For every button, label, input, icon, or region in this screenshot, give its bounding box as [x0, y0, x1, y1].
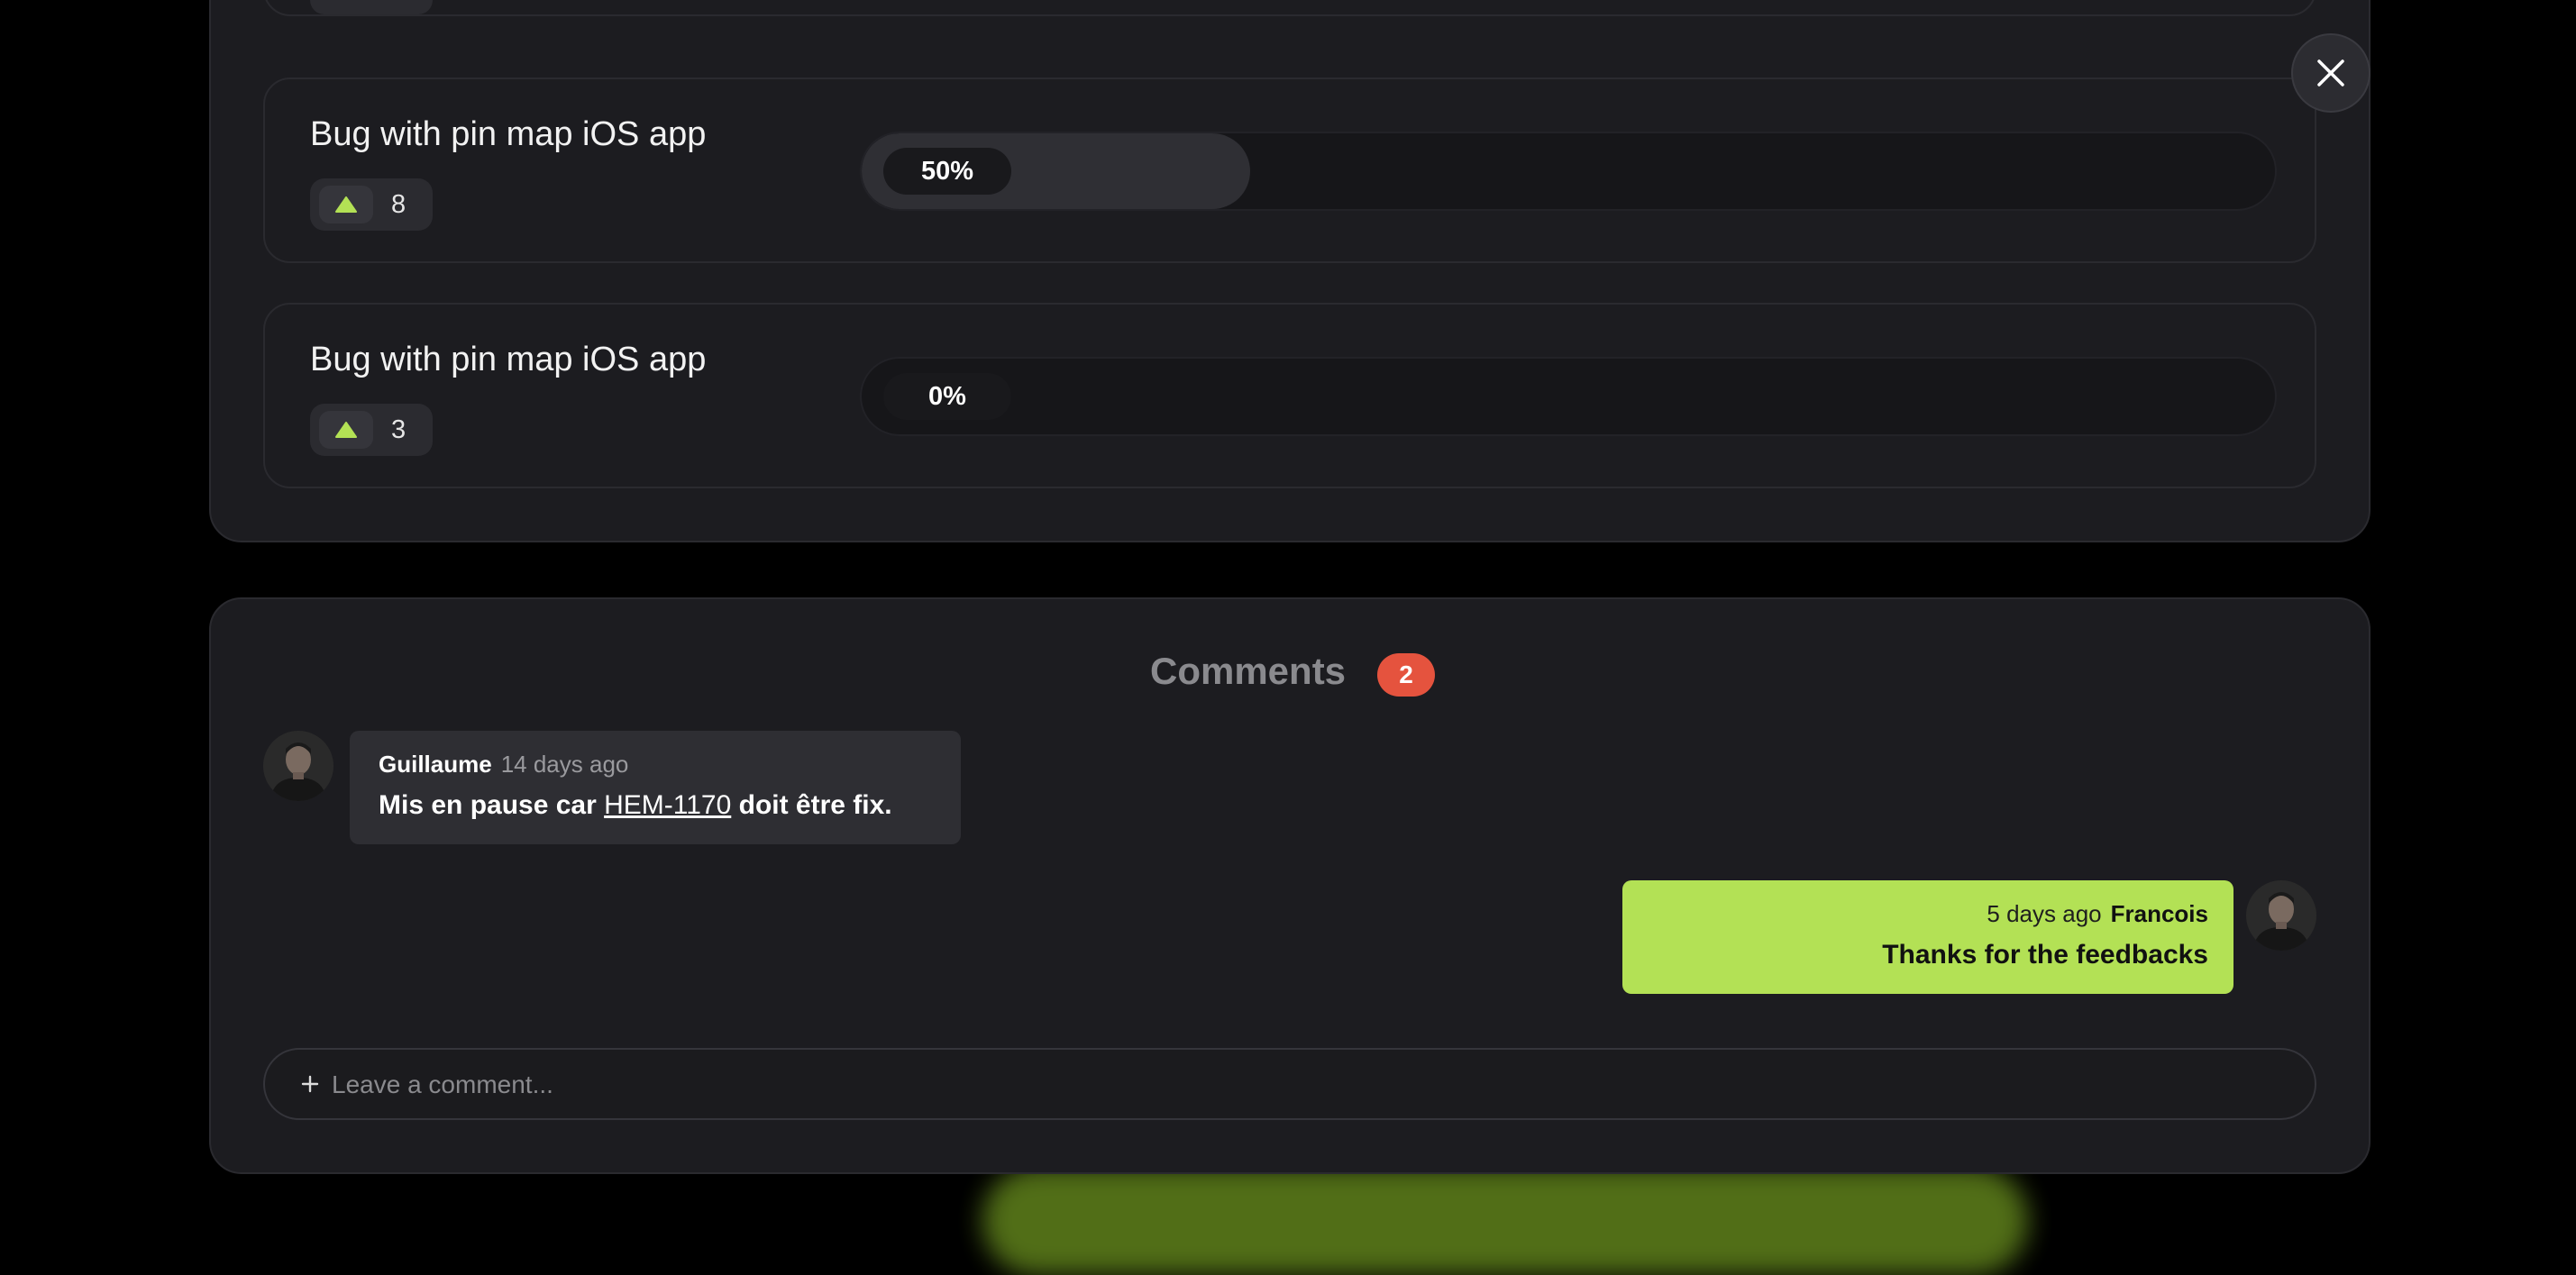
comment-author: Francois — [2110, 900, 2208, 927]
comment-meta: 5 days ago Francois — [1987, 900, 2208, 928]
comments-header: Comments 2 — [211, 650, 2369, 704]
triangle-up-icon — [335, 422, 357, 438]
comment-message: Thanks for the feedbacks — [1882, 940, 2208, 970]
task-title: Bug with pin map iOS app — [310, 341, 707, 378]
comment-meta: Guillaume 14 days ago — [379, 751, 628, 779]
avatar[interactable] — [2246, 880, 2316, 951]
comment-text: doit être fix. — [731, 790, 892, 820]
avatar-image — [2246, 880, 2316, 951]
comment-input-container — [263, 1048, 2316, 1120]
close-icon — [2317, 59, 2344, 87]
progress-label: 50% — [883, 148, 1011, 195]
upvote-button[interactable]: 3 — [310, 404, 433, 456]
upvote-icon-wrap — [319, 186, 373, 223]
comments-count-badge: 2 — [1377, 653, 1435, 697]
bottom-glow — [982, 1167, 2028, 1275]
task-card — [263, 0, 2316, 16]
progress-bar: 50% — [860, 132, 2277, 211]
avatar-image — [263, 731, 333, 801]
comment-message: Mis en pause car HEM-1170 doit être fix. — [379, 790, 892, 821]
task-title: Bug with pin map iOS app — [310, 115, 707, 153]
comments-title: Comments — [1150, 650, 1347, 692]
issue-link[interactable]: HEM-1170 — [604, 790, 731, 820]
vote-count: 3 — [391, 415, 406, 444]
upvote-button[interactable]: 8 — [310, 178, 433, 231]
plus-icon[interactable] — [292, 1066, 328, 1102]
comment-text: Mis en pause car — [379, 790, 605, 820]
task-card: Bug with pin map iOS app 8 50% — [263, 77, 2316, 263]
vote-pill[interactable] — [310, 0, 433, 14]
close-button[interactable] — [2291, 33, 2370, 113]
tasks-panel: Bug with pin map iOS app 8 50% Bug with … — [209, 0, 2370, 542]
comments-panel: Comments 2 Guillaume 14 days ago Mis en p… — [209, 597, 2370, 1174]
progress-bar: 0% — [860, 357, 2277, 436]
comment-time: 14 days ago — [500, 751, 629, 778]
plus-icon-glyph — [301, 1075, 319, 1093]
comment-time: 5 days ago — [1987, 900, 2102, 927]
avatar[interactable] — [263, 731, 333, 801]
comment-bubble-own: 5 days ago Francois Thanks for the feedba… — [1622, 880, 2233, 994]
task-card: Bug with pin map iOS app 3 0% — [263, 303, 2316, 488]
comment-input[interactable] — [330, 1057, 2271, 1113]
vote-count: 8 — [391, 190, 406, 219]
triangle-up-icon — [335, 196, 357, 213]
comment-bubble: Guillaume 14 days ago Mis en pause car HE… — [350, 731, 961, 844]
upvote-icon-wrap — [319, 411, 373, 449]
progress-label: 0% — [883, 373, 1011, 420]
comment-author: Guillaume — [379, 751, 492, 778]
